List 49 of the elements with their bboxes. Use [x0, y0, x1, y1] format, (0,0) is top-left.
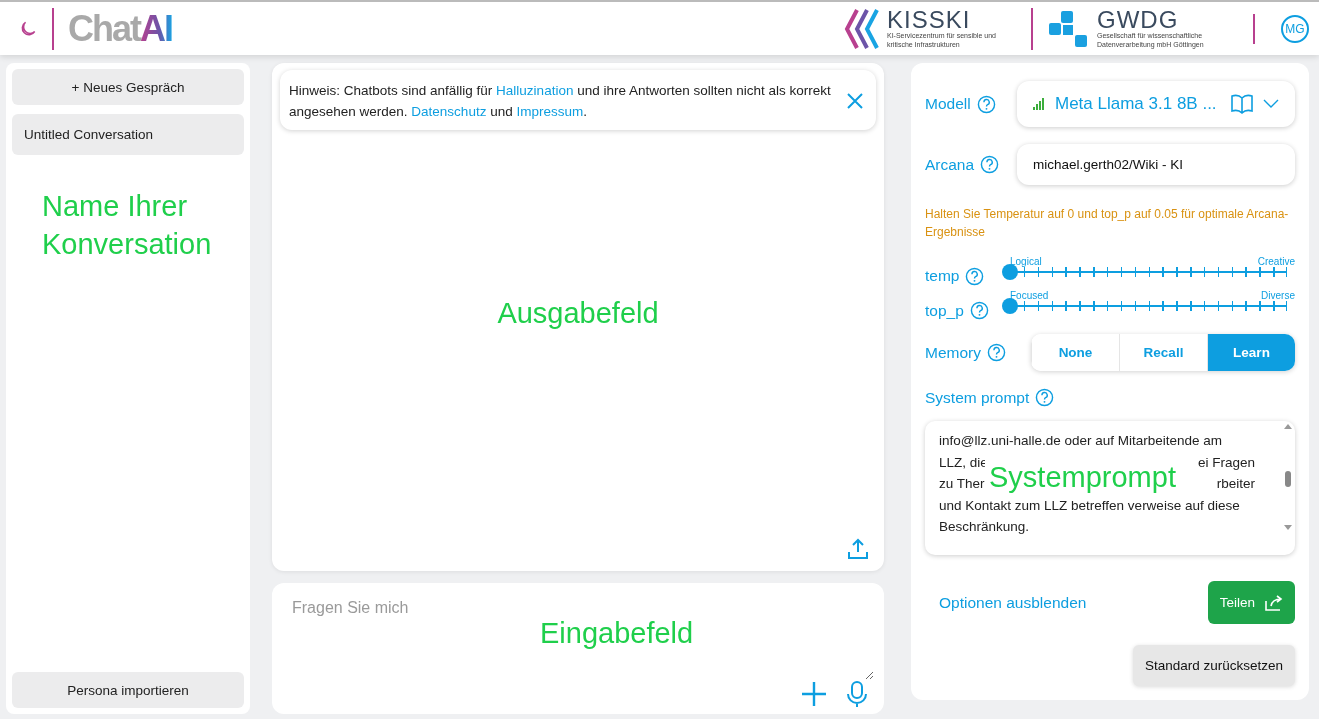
notice-text: Hinweis: Chatbots sind anfällig für Halluzination und ihre Antworten sollten nicht als korrekt angesehen werden. Datenschutz und Impressum.	[289, 82, 832, 121]
annotation-text: Name Ihrer Konversation	[41, 189, 213, 262]
annotation-text: Eingabefeld	[540, 616, 694, 651]
slider-max-label: Creative	[1257, 255, 1295, 267]
signal-bars-icon	[1033, 98, 1045, 110]
partner-name: KISSKI	[887, 8, 971, 33]
chevrons-logo-icon	[843, 7, 881, 50]
field-label: Modell	[925, 95, 971, 113]
field-label: temp	[925, 267, 960, 286]
new-conversation-button[interactable]: + Neues Gespräch	[12, 69, 244, 105]
field-label: Memory	[925, 343, 981, 362]
message-input-field[interactable]: Fragen Sie mich Eingabefeld	[272, 583, 884, 714]
share-button[interactable]: Teilen	[1207, 581, 1295, 625]
annotation-text: Ausgabefeld	[497, 295, 659, 331]
plus-icon[interactable]	[800, 680, 828, 708]
logo: ChatAI	[68, 7, 172, 50]
share-icon	[1265, 594, 1283, 611]
slider-max-label: Diverse	[1261, 290, 1295, 302]
hide-options-link[interactable]: Optionen ausblenden	[939, 593, 1087, 612]
import-persona-button[interactable]: Persona importieren	[12, 672, 244, 708]
help-icon[interactable]	[965, 266, 985, 286]
user-avatar[interactable]: MG	[1281, 14, 1309, 43]
help-icon[interactable]	[1035, 388, 1055, 408]
conversation-item[interactable]: Untitled Conversation	[12, 114, 244, 155]
reset-defaults-button[interactable]: Standard zurücksetzen	[1132, 645, 1295, 686]
chevron-down-icon[interactable]	[1263, 99, 1279, 109]
memory-option[interactable]: Learn	[1207, 334, 1295, 372]
close-icon[interactable]	[846, 92, 864, 110]
help-icon[interactable]	[980, 155, 1000, 174]
slider-min-label: Logical	[1010, 255, 1042, 267]
upload-icon[interactable]	[846, 537, 870, 561]
notice-link[interactable]: Halluzination	[496, 83, 574, 98]
arcana-field[interactable]: michael.gerth02/Wiki - KI	[1017, 144, 1295, 185]
memory-option[interactable]: Recall	[1119, 334, 1207, 372]
help-icon[interactable]	[987, 343, 1006, 363]
field-label: Arcana	[925, 155, 975, 174]
field-label: System prompt	[925, 388, 1030, 407]
partner-name: GWDG	[1097, 8, 1179, 33]
notice-link[interactable]: Datenschutz	[411, 104, 487, 119]
slider-min-label: Focused	[1010, 290, 1049, 302]
microphone-icon[interactable]	[846, 680, 868, 708]
help-icon[interactable]	[969, 301, 989, 321]
field-label: top_p	[925, 301, 964, 320]
help-icon[interactable]	[976, 94, 996, 114]
book-icon[interactable]	[1231, 94, 1253, 114]
slider-thumb[interactable]	[1002, 298, 1018, 315]
memory-option[interactable]: None	[1031, 334, 1119, 372]
model-select[interactable]: Meta Llama 3.1 8B ...	[1017, 81, 1295, 127]
warning-text: Halten Sie Temperatur auf 0 und top_p auf 0.05 für optimale Arcana-Ergebnisse	[925, 206, 1290, 241]
